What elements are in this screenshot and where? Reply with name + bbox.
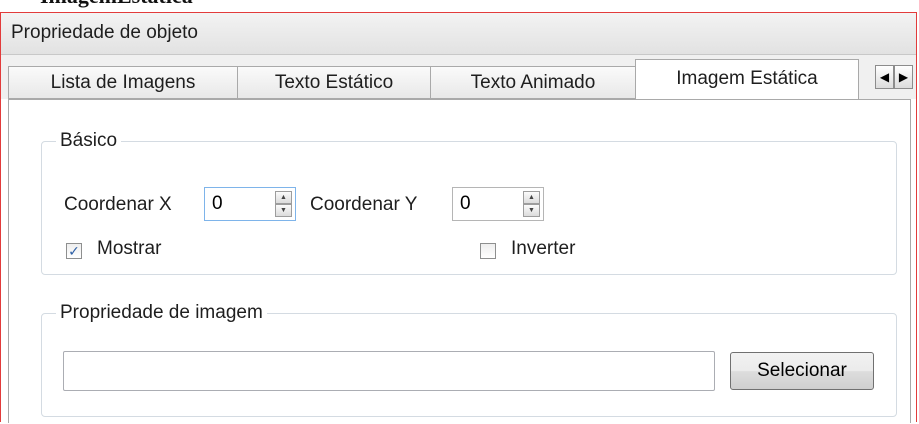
coord-y-down-icon[interactable]: ▼ <box>523 204 540 217</box>
tab-content: Básico Coordenar X 0 ▲ ▼ Coordenar Y 0 ▲… <box>8 99 911 423</box>
tab-animated-text[interactable]: Texto Animado <box>430 66 636 99</box>
tab-image-list[interactable]: Lista de Imagens <box>8 66 238 99</box>
select-button[interactable]: Selecionar <box>730 352 874 390</box>
invert-checkbox[interactable] <box>480 243 496 259</box>
coord-y-spinbox[interactable]: 0 ▲ ▼ <box>452 187 544 221</box>
coord-y-up-icon[interactable]: ▲ <box>523 191 540 204</box>
coord-y-value: 0 <box>460 193 471 214</box>
clipped-heading: ImagemEstática <box>40 0 193 9</box>
panel-titlebar: Propriedade de objeto <box>1 13 916 55</box>
coord-x-label: Coordenar X <box>64 194 172 215</box>
tab-strip: Lista de Imagens Texto Estático Texto An… <box>1 55 916 100</box>
tab-static-text[interactable]: Texto Estático <box>237 66 431 99</box>
tab-scroll-left-icon[interactable]: ◀ <box>875 65 894 89</box>
coord-x-spinbox[interactable]: 0 ▲ ▼ <box>204 187 296 221</box>
show-label[interactable]: Mostrar <box>97 238 161 260</box>
coord-x-down-icon[interactable]: ▼ <box>275 204 292 217</box>
show-checkbox[interactable]: ✓ <box>66 243 82 259</box>
panel-title: Propriedade de objeto <box>11 22 198 43</box>
invert-label[interactable]: Inverter <box>511 238 575 260</box>
image-path-input[interactable] <box>63 351 715 391</box>
coord-x-value: 0 <box>212 193 223 214</box>
basic-groupbox: Básico Coordenar X 0 ▲ ▼ Coordenar Y 0 ▲… <box>41 130 897 275</box>
image-group-title: Propriedade de imagem <box>56 302 267 324</box>
coord-y-label: Coordenar Y <box>310 194 418 215</box>
tab-static-image[interactable]: Imagem Estática <box>635 59 859 100</box>
tab-scroll-right-icon[interactable]: ▶ <box>894 65 913 89</box>
object-properties-panel: Propriedade de objeto Lista de Imagens T… <box>0 12 917 423</box>
image-property-groupbox: Propriedade de imagem Selecionar <box>41 302 897 417</box>
coord-x-up-icon[interactable]: ▲ <box>275 191 292 204</box>
basic-group-title: Básico <box>56 130 122 152</box>
